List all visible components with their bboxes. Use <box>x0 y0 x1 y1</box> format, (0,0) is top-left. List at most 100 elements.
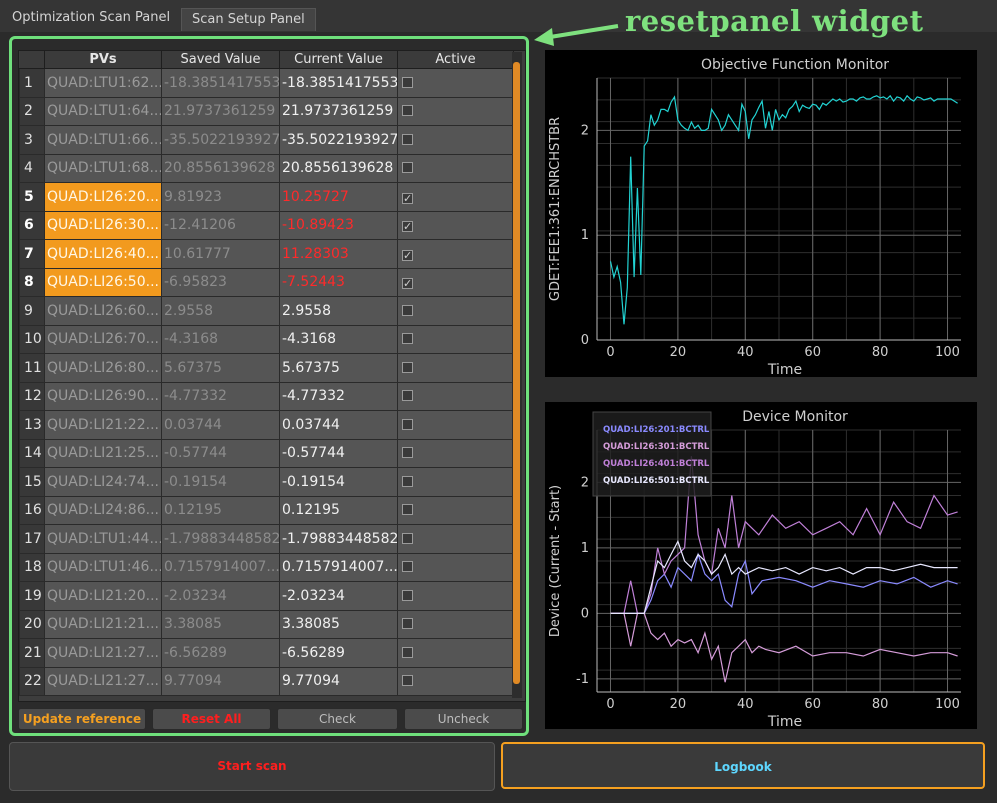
active-checkbox[interactable] <box>402 162 413 174</box>
active-checkbox[interactable] <box>402 361 413 373</box>
saved-value-cell[interactable]: -35.5022193927 <box>161 125 280 155</box>
active-cell[interactable] <box>397 353 514 383</box>
table-row[interactable]: 16 QUAD:LI24:86... 0.12195 0.12195 <box>19 495 514 525</box>
active-cell[interactable]: ✓ <box>397 210 514 240</box>
pv-name-cell[interactable]: QUAD:LI21:22... <box>44 410 162 440</box>
current-value-cell[interactable]: 21.9737361259 <box>279 96 398 126</box>
table-row[interactable]: 21 QUAD:LI21:27... -6.56289 -6.56289 <box>19 638 514 668</box>
pv-name-cell[interactable]: QUAD:LI24:74... <box>44 467 162 497</box>
current-value-cell[interactable]: -4.77332 <box>279 381 398 411</box>
active-cell[interactable]: ✓ <box>397 267 514 297</box>
active-cell[interactable]: ✓ <box>397 182 514 212</box>
row-number[interactable]: 14 <box>19 438 45 468</box>
row-number[interactable]: 20 <box>19 609 45 639</box>
active-cell[interactable] <box>397 125 514 155</box>
current-value-cell[interactable]: -0.57744 <box>279 438 398 468</box>
row-number[interactable]: 17 <box>19 524 45 554</box>
saved-value-cell[interactable]: -0.19154 <box>161 467 280 497</box>
saved-value-cell[interactable]: 21.9737361259 <box>161 96 280 126</box>
saved-value-cell[interactable]: -6.56289 <box>161 638 280 668</box>
active-checkbox[interactable] <box>402 618 413 630</box>
saved-value-cell[interactable]: 20.8556139628 <box>161 153 280 183</box>
row-number[interactable]: 12 <box>19 381 45 411</box>
reset-all-button[interactable]: Reset All <box>152 708 271 730</box>
active-cell[interactable] <box>397 96 514 126</box>
active-cell[interactable]: ✓ <box>397 239 514 269</box>
saved-value-cell[interactable]: -18.3851417553 <box>161 68 280 98</box>
current-value-cell[interactable]: -6.56289 <box>279 638 398 668</box>
current-value-cell[interactable]: 10.25727 <box>279 182 398 212</box>
pv-name-cell[interactable]: QUAD:LI21:20... <box>44 581 162 611</box>
start-scan-button[interactable]: Start scan <box>9 742 495 791</box>
pv-name-cell[interactable]: QUAD:LTU1:62... <box>44 68 162 98</box>
active-checkbox[interactable] <box>402 418 413 430</box>
current-value-cell[interactable]: 9.77094 <box>279 666 398 696</box>
current-value-cell[interactable]: 0.7157914007... <box>279 552 398 582</box>
active-checkbox[interactable] <box>402 475 413 487</box>
current-value-cell[interactable]: 2.9558 <box>279 296 398 326</box>
pv-name-cell[interactable]: QUAD:LI26:70... <box>44 324 162 354</box>
current-value-cell[interactable]: -1.79883448582 <box>279 524 398 554</box>
table-row[interactable]: 4 QUAD:LTU1:68... 20.8556139628 20.85561396… <box>19 153 514 183</box>
pv-name-cell[interactable]: QUAD:LI21:27... <box>44 638 162 668</box>
current-value-cell[interactable]: 20.8556139628 <box>279 153 398 183</box>
logbook-button[interactable]: Logbook <box>501 742 985 789</box>
saved-value-cell[interactable]: 10.61777 <box>161 239 280 269</box>
current-value-cell[interactable]: -7.52443 <box>279 267 398 297</box>
row-number[interactable]: 11 <box>19 353 45 383</box>
table-row[interactable]: 20 QUAD:LI21:21... 3.38085 3.38085 <box>19 609 514 639</box>
pv-name-cell[interactable]: QUAD:LI21:21... <box>44 609 162 639</box>
active-checkbox[interactable] <box>402 646 413 658</box>
active-cell[interactable] <box>397 296 514 326</box>
row-number[interactable]: 9 <box>19 296 45 326</box>
header-saved-value[interactable]: Saved Value <box>161 51 280 69</box>
pv-name-cell[interactable]: QUAD:LI26:40... <box>44 239 162 269</box>
row-number[interactable]: 18 <box>19 552 45 582</box>
row-number[interactable]: 16 <box>19 495 45 525</box>
saved-value-cell[interactable]: -12.41206 <box>161 210 280 240</box>
row-number[interactable]: 5 <box>19 182 45 212</box>
pv-name-cell[interactable]: QUAD:LI26:60... <box>44 296 162 326</box>
pv-name-cell[interactable]: QUAD:LTU1:44... <box>44 524 162 554</box>
active-cell[interactable] <box>397 666 514 696</box>
active-cell[interactable] <box>397 324 514 354</box>
table-row[interactable]: 11 QUAD:LI26:80... 5.67375 5.67375 <box>19 353 514 383</box>
row-number[interactable]: 1 <box>19 68 45 98</box>
active-cell[interactable] <box>397 524 514 554</box>
current-value-cell[interactable]: 0.12195 <box>279 495 398 525</box>
saved-value-cell[interactable]: 5.67375 <box>161 353 280 383</box>
pv-name-cell[interactable]: QUAD:LI26:30... <box>44 210 162 240</box>
active-checkbox[interactable] <box>402 675 413 687</box>
active-checkbox[interactable] <box>402 561 413 573</box>
row-number[interactable]: 10 <box>19 324 45 354</box>
row-number[interactable]: 21 <box>19 638 45 668</box>
pv-name-cell[interactable]: QUAD:LI26:50... <box>44 267 162 297</box>
pv-name-cell[interactable]: QUAD:LI26:80... <box>44 353 162 383</box>
active-cell[interactable] <box>397 467 514 497</box>
row-number[interactable]: 3 <box>19 125 45 155</box>
table-row[interactable]: 12 QUAD:LI26:90... -4.77332 -4.77332 <box>19 381 514 411</box>
active-checkbox[interactable] <box>402 589 413 601</box>
saved-value-cell[interactable]: 2.9558 <box>161 296 280 326</box>
current-value-cell[interactable]: 5.67375 <box>279 353 398 383</box>
table-row[interactable]: 15 QUAD:LI24:74... -0.19154 -0.19154 <box>19 467 514 497</box>
saved-value-cell[interactable]: -2.03234 <box>161 581 280 611</box>
uncheck-button[interactable]: Uncheck <box>404 708 523 730</box>
row-number[interactable]: 15 <box>19 467 45 497</box>
current-value-cell[interactable]: 11.28303 <box>279 239 398 269</box>
active-cell[interactable] <box>397 438 514 468</box>
row-number[interactable]: 7 <box>19 239 45 269</box>
saved-value-cell[interactable]: -4.77332 <box>161 381 280 411</box>
saved-value-cell[interactable]: -6.95823 <box>161 267 280 297</box>
table-scrollbar[interactable] <box>512 52 522 698</box>
header-active[interactable]: Active <box>397 51 514 69</box>
saved-value-cell[interactable]: 0.12195 <box>161 495 280 525</box>
saved-value-cell[interactable]: 9.81923 <box>161 182 280 212</box>
saved-value-cell[interactable]: 0.7157914007... <box>161 552 280 582</box>
active-checkbox[interactable] <box>402 133 413 145</box>
scrollbar-thumb[interactable] <box>513 62 520 684</box>
pv-name-cell[interactable]: QUAD:LI26:90... <box>44 381 162 411</box>
pv-name-cell[interactable]: QUAD:LTU1:66... <box>44 125 162 155</box>
pv-name-cell[interactable]: QUAD:LI24:86... <box>44 495 162 525</box>
tab-scan-setup-panel[interactable]: Scan Setup Panel <box>181 8 316 31</box>
